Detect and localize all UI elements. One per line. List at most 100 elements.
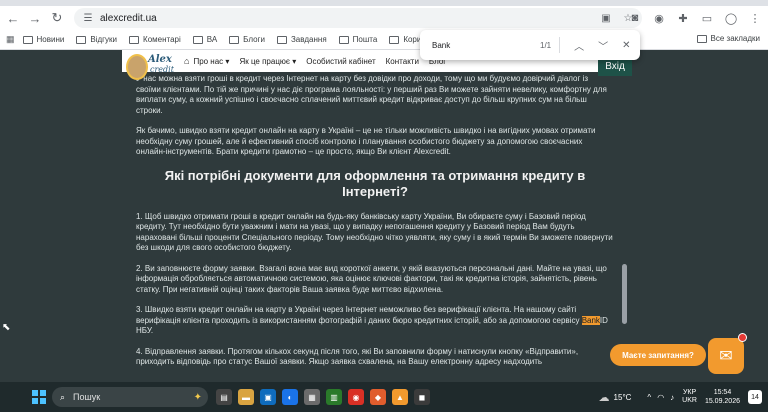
logo-text: credit (150, 65, 174, 74)
folder-icon (229, 35, 240, 44)
find-prev-icon[interactable]: ︿ (574, 38, 584, 53)
bookmark-label: Коментарі (143, 35, 181, 44)
page-scrollbar[interactable] (622, 264, 627, 324)
search-highlight-icon: ✦ (193, 391, 202, 403)
back-icon[interactable]: ← (4, 9, 22, 27)
mouse-cursor-icon: ⬉ (2, 322, 11, 333)
logo-mascot (126, 54, 148, 80)
weather-widget[interactable]: ☁ 15°C (599, 391, 632, 404)
chrome-icon[interactable]: ◉ (348, 389, 364, 405)
bookmark-folder[interactable]: Коментарі (129, 35, 181, 44)
system-tray: ☁ 15°C ^ ◠ ♪ УКР UKR 15:54 15.09.2026 14 (599, 382, 768, 412)
step-3: 3. Швидко взяти кредит онлайн на карту в… (136, 305, 614, 337)
search-icon: ⌕ (60, 391, 66, 402)
profile-icon[interactable]: ◯ (722, 9, 740, 27)
address-bar[interactable]: ☰ alexcredit.ua ▣ ☆ (74, 8, 642, 28)
bookmark-label: Завдання (290, 35, 327, 44)
extensions-icon[interactable]: ✚ (674, 9, 692, 27)
clock-date: 15.09.2026 (704, 398, 740, 405)
step-3-text: 3. Швидко взяти кредит онлайн на карту в… (136, 305, 582, 325)
apps-grid-icon[interactable]: ▦ (6, 34, 15, 45)
store-icon[interactable]: ▣ (260, 389, 276, 405)
find-close-icon[interactable]: ✕ (622, 40, 630, 51)
folder-icon (192, 35, 203, 44)
find-count: 1/1 (540, 40, 552, 50)
bookmark-folder[interactable]: Завдання (276, 35, 327, 44)
camera-icon[interactable]: ◙ (626, 9, 644, 27)
bookmarks-bar: ▦ Новини Відгуки Коментарі ВА Блоги Завд… (0, 30, 768, 50)
layout-code: UKR (682, 397, 697, 404)
app-icon[interactable]: ▥ (326, 389, 342, 405)
all-bookmarks[interactable]: Все закладки (696, 34, 760, 43)
weather-temp: 15°C (613, 392, 632, 402)
browser-toolbar: ← → ↻ ☰ alexcredit.ua ▣ ☆ ◙ ◉ ✚ ▭ ◯ ⋮ (0, 6, 768, 30)
search-placeholder: Пошук (73, 392, 101, 402)
bookmark-label: Блоги (243, 35, 265, 44)
app-icon[interactable]: ◼ (414, 389, 430, 405)
chat-prompt-bubble[interactable]: Маєте запитання? (610, 344, 706, 366)
taskbar-search[interactable]: ⌕ Пошук ✦ (52, 387, 208, 407)
nav-how-it-works[interactable]: Як це працює ▾ (239, 57, 296, 66)
folder-icon (276, 35, 287, 44)
nav-contacts[interactable]: Контакти (386, 57, 419, 66)
logo-text: Alex (148, 54, 172, 65)
clock-time: 15:54 (713, 389, 732, 396)
step-4: 4. Відправлення заявки. Протягом кількох… (136, 346, 579, 367)
bookmark-folder[interactable]: Відгуки (76, 35, 117, 44)
find-bar: 1/1 ︿ ﹀ ✕ (420, 30, 640, 60)
forward-icon[interactable]: → (26, 9, 44, 27)
notification-dot (738, 333, 747, 342)
wifi-icon[interactable]: ◠ (657, 393, 664, 402)
extension-color-icon[interactable]: ◉ (650, 9, 668, 27)
translate-icon[interactable]: ▣ (598, 10, 614, 26)
app-icon[interactable]: ◆ (370, 389, 386, 405)
sidebar-icon[interactable]: ▭ (698, 9, 716, 27)
nav-label: Контакти (385, 56, 419, 66)
clock[interactable]: 15:54 15.09.2026 (705, 388, 740, 406)
folder-icon (389, 35, 400, 44)
bookmark-folder[interactable]: Блоги (229, 35, 265, 44)
app-icon[interactable]: ▦ (304, 389, 320, 405)
nav-label: Особистий кабінет (306, 56, 376, 66)
volume-icon[interactable]: ♪ (670, 393, 674, 402)
chat-icon[interactable]: ✉ (708, 338, 744, 374)
windows-start-icon[interactable] (32, 390, 46, 404)
edge-icon[interactable]: ◐ (282, 389, 298, 405)
menu-icon[interactable]: ⋮ (746, 9, 764, 27)
bookmark-label: Відгуки (90, 35, 118, 44)
search-highlight: Bank (581, 315, 600, 325)
task-view-icon[interactable]: ▤ (216, 389, 232, 405)
folder-icon (338, 35, 349, 44)
nav-about[interactable]: ⌂ Про нас ▾ (184, 56, 229, 66)
article: У нас можна взяти гроші в кредит через І… (136, 74, 614, 378)
file-explorer-icon[interactable]: ▬ (238, 389, 254, 405)
section-heading: Які потрібні документи для оформлення та… (164, 167, 586, 199)
divider (559, 37, 561, 53)
step-2: 2. Ви заповнюєте форму заявки. Взагалі в… (136, 263, 607, 294)
cloud-icon: ☁ (598, 391, 610, 404)
folder-icon (129, 35, 140, 44)
folder-icon (22, 35, 33, 44)
bookmark-folder[interactable]: ВА (192, 35, 218, 44)
bookmark-label: Новини (36, 35, 65, 44)
reload-icon[interactable]: ↻ (48, 9, 66, 27)
site-info-icon[interactable]: ☰ (80, 10, 96, 26)
step-1: 1. Щоб швидко отримати гроші в кредит он… (136, 211, 613, 253)
site-logo[interactable]: Alex credit (122, 52, 180, 82)
find-input[interactable] (432, 40, 522, 50)
paragraph: Як бачимо, швидко взяти кредит онлайн на… (136, 126, 596, 156)
taskbar: ⌕ Пошук ✦ ▤ ▬ ▣ ◐ ▦ ▥ ◉ ◆ ▲ ◼ ☁ 15°C ^ ◠… (0, 382, 768, 412)
notifications-badge[interactable]: 14 (748, 390, 762, 404)
app-icon[interactable]: ▲ (392, 389, 408, 405)
bookmark-folder[interactable]: Пошта (338, 35, 377, 44)
url-text[interactable]: alexcredit.ua (100, 13, 157, 24)
language-indicator[interactable]: УКР UKR (682, 389, 697, 405)
nav-label: Про нас (193, 56, 224, 66)
nav-label: Як це працює (239, 56, 290, 66)
find-next-icon[interactable]: ﹀ (598, 38, 608, 53)
chevron-up-icon[interactable]: ^ (647, 393, 651, 402)
home-icon: ⌂ (184, 56, 190, 66)
bookmark-folder[interactable]: Новини (22, 35, 65, 44)
nav-account[interactable]: Особистий кабінет (306, 57, 375, 66)
bookmark-label: ВА (206, 35, 218, 44)
